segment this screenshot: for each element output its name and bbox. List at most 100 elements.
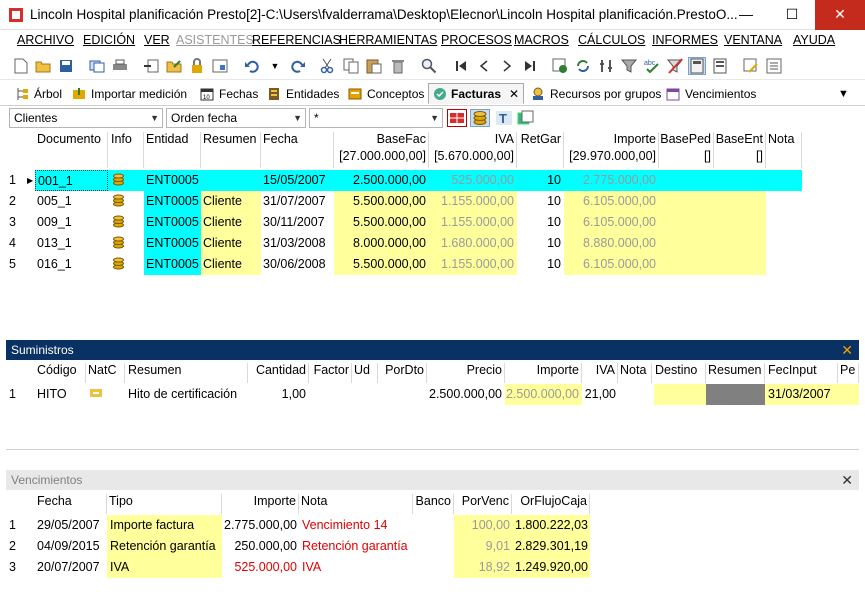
next-record-icon[interactable] [498,57,516,75]
col-header-entidad[interactable]: Entidad [144,132,201,168]
previous-record-icon[interactable] [475,57,493,75]
menu-ayuda[interactable]: AYUDA [793,33,835,47]
tab-overflow-button[interactable]: ▼ [838,83,849,104]
facturas-cell-info[interactable] [108,254,144,275]
col-header-porvenc[interactable]: PorVenc [454,494,512,514]
col-header-precio[interactable]: Precio [427,363,505,383]
sheet-calculator-icon[interactable] [711,57,729,75]
col-header-nota[interactable]: Nota [618,363,652,383]
facturas-cell-resumen[interactable] [201,170,261,191]
facturas-cell-retgar[interactable]: 10 [517,191,564,212]
clear-filter-icon[interactable] [666,57,684,75]
col-header-nota[interactable]: Nota [766,132,802,168]
properties-icon[interactable] [742,57,760,75]
menu-ver[interactable]: VER [144,33,170,47]
col-header-natc[interactable]: NatC [86,363,125,383]
facturas-cell-basefac[interactable]: 5.500.000,00 [334,212,429,233]
col-header-pordto[interactable]: PorDto [378,363,427,383]
vencimientos-cell-porvenc[interactable]: 9,01 [454,536,512,557]
facturas-cell-fecha[interactable]: 31/07/2007 [261,191,334,212]
menu-calculos[interactable]: CÁLCULOS [578,33,645,47]
menu-ventana[interactable]: VENTANA [724,33,782,47]
facturas-cell-iva[interactable]: 1.155.000,00 [429,212,517,233]
facturas-cell-empty[interactable] [659,233,766,254]
facturas-cell-importe[interactable]: 8.880.000,00 [564,233,659,254]
col-header-cantidad[interactable]: Cantidad [248,363,309,383]
row-number[interactable]: 4 [9,233,29,254]
facturas-cell-iva[interactable]: 525.000,00 [429,170,517,191]
col-header-fecha[interactable]: Fecha [261,132,334,168]
maximize-button[interactable]: ☐ [769,0,815,30]
col-header-baseent[interactable]: BaseEnt [] [714,132,766,168]
facturas-cell-iva[interactable]: 1.155.000,00 [429,254,517,275]
undo-dropdown-icon[interactable]: ▼ [266,57,284,75]
tab-arbol[interactable]: Árbol [14,83,62,104]
undo-icon[interactable] [243,57,261,75]
text-type-icon[interactable]: T [495,110,513,126]
col-header-factor[interactable]: Factor [309,363,352,383]
vencimientos-cell-fecha[interactable]: 29/05/2007 [35,515,107,536]
tab-vencimientos[interactable]: Vencimientos [665,83,756,104]
options-icon[interactable] [765,57,783,75]
facturas-cell-importe[interactable]: 6.105.000,00 [564,191,659,212]
row-number[interactable]: 3 [9,557,29,578]
facturas-cell-basefac[interactable]: 2.500.000,00 [334,170,429,191]
col-header-codigo[interactable]: Código [35,363,86,383]
first-record-icon[interactable] [452,57,470,75]
facturas-cell-entidad[interactable]: ENT0005 [144,233,201,254]
vencimientos-cell-nota[interactable]: Retención garantía [299,536,413,557]
new-file-icon[interactable] [12,57,30,75]
row-number[interactable]: 3 [9,212,29,233]
suministros-cell-precio[interactable]: 2.500.000,00 [427,384,505,405]
close-window-button[interactable]: ✕ [815,0,865,30]
facturas-cell-empty[interactable] [659,254,766,275]
col-header-fecinput[interactable]: FecInput [765,363,838,383]
col-header-resumen[interactable]: Resumen [125,363,248,383]
close-tab-icon[interactable]: ✕ [509,87,519,101]
row-number[interactable]: 5 [9,254,29,275]
filter-icon[interactable] [620,57,638,75]
export-icon[interactable] [165,57,183,75]
redo-icon[interactable] [289,57,307,75]
last-record-icon[interactable] [521,57,539,75]
col-header-importe[interactable]: Importe [222,494,299,514]
col-header-resumen-destino[interactable]: Resumen [706,363,765,383]
col-header-tipo[interactable]: Tipo [107,494,222,514]
facturas-cell-empty[interactable] [659,170,802,191]
facturas-cell-retgar[interactable]: 10 [517,254,564,275]
suministros-cell-importe[interactable]: 2.500.000,00 [505,384,582,405]
vencimientos-cell-fecha[interactable]: 20/07/2007 [35,557,107,578]
cut-icon[interactable] [318,57,336,75]
facturas-cell-basefac[interactable]: 5.500.000,00 [334,191,429,212]
col-header-truncated[interactable]: Pe [838,363,859,383]
facturas-cell-entidad[interactable]: ENT0005 [144,170,201,191]
refresh-table-icon[interactable] [551,57,569,75]
minimize-button[interactable]: — [723,0,769,30]
facturas-cell-info[interactable] [108,233,144,254]
recalculate-icon[interactable] [574,57,592,75]
vencimientos-cell-fecha[interactable]: 04/09/2015 [35,536,107,557]
copy-icon[interactable] [342,57,360,75]
facturas-cell-resumen[interactable]: Cliente [201,254,261,275]
facturas-cell-empty[interactable] [659,212,766,233]
calculator-icon[interactable] [688,57,706,75]
suministros-cell-iva[interactable]: 21,00 [582,384,618,405]
vencimientos-cell-nota[interactable]: IVA [299,557,413,578]
vencimientos-cell-tipo[interactable]: Importe factura [107,515,222,536]
col-header-importe[interactable]: Importe [29.970.000,00] [564,132,659,168]
close-panel-icon[interactable]: ✕ [841,340,853,360]
facturas-cell-basefac[interactable]: 8.000.000,00 [334,233,429,254]
row-number[interactable]: 2 [9,536,29,557]
facturas-cell-documento[interactable]: 016_1 [35,254,108,275]
facturas-cell-info[interactable] [108,170,144,191]
col-header-nota[interactable]: Nota [299,494,413,514]
filter-pattern-select[interactable]: * ▼ [309,108,443,128]
facturas-cell-retgar[interactable]: 10 [517,233,564,254]
tab-entidades[interactable]: Entidades [266,83,339,104]
vencimientos-cell-tipo[interactable]: Retención garantía [107,536,222,557]
facturas-cell-entidad[interactable]: ENT0005 [144,191,201,212]
facturas-cell-info[interactable] [108,191,144,212]
col-header-iva[interactable]: IVA [5.670.000,00] [429,132,517,168]
tab-facturas[interactable]: Facturas ✕ [428,83,524,104]
search-icon[interactable] [420,57,438,75]
